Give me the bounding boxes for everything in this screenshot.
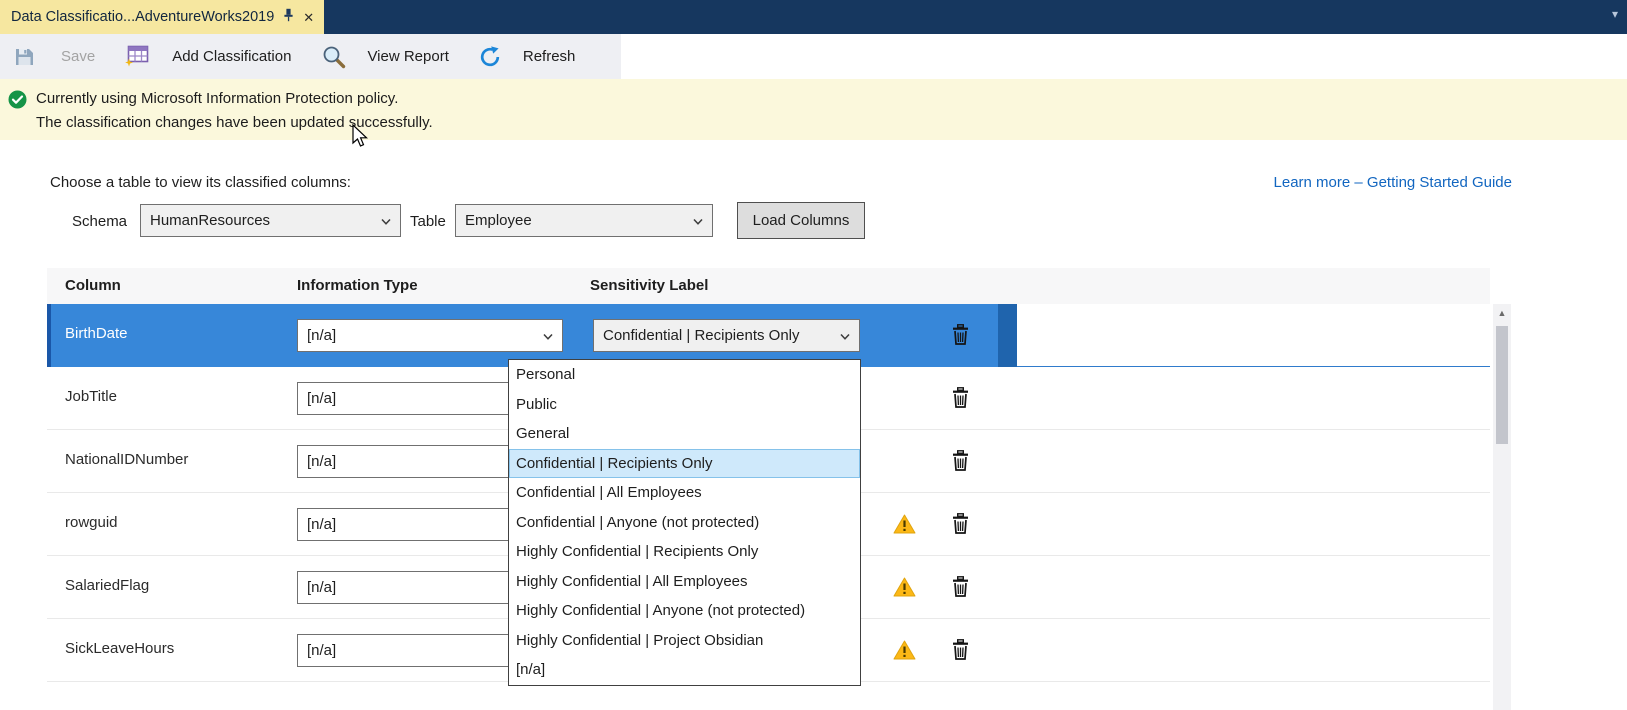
schema-label: Schema bbox=[72, 213, 127, 230]
delete-classification-button[interactable] bbox=[952, 450, 969, 475]
row-selection-endblock bbox=[998, 304, 1017, 367]
table-dropdown-value: Employee bbox=[465, 212, 532, 229]
banner-line-2: The classification changes have been upd… bbox=[36, 111, 433, 135]
save-button[interactable]: Save bbox=[0, 34, 110, 79]
chevron-down-icon bbox=[543, 327, 553, 344]
check-circle-icon bbox=[8, 90, 27, 140]
information-type-value: [n/a] bbox=[307, 327, 336, 344]
status-banner: Currently using Microsoft Information Pr… bbox=[0, 79, 1627, 140]
view-report-icon bbox=[322, 45, 346, 69]
menu-item[interactable]: Public bbox=[509, 390, 860, 420]
column-name: rowguid bbox=[65, 514, 118, 531]
delete-classification-button[interactable] bbox=[952, 639, 969, 664]
chevron-down-icon bbox=[840, 327, 850, 344]
information-type-value: [n/a] bbox=[307, 642, 336, 659]
information-type-value: [n/a] bbox=[307, 390, 336, 407]
column-name: JobTitle bbox=[65, 388, 117, 405]
table-row[interactable]: BirthDate [n/a] Confidential | Recipient… bbox=[47, 304, 1490, 367]
warning-icon bbox=[893, 577, 916, 601]
header-sensitivity-label: Sensitivity Label bbox=[590, 277, 708, 294]
toolbar: Save Add Classification View Report Refr… bbox=[0, 34, 1627, 79]
delete-classification-button[interactable] bbox=[952, 387, 969, 412]
menu-item[interactable]: Highly Confidential | Project Obsidian bbox=[509, 626, 860, 656]
header-information-type: Information Type bbox=[297, 277, 418, 294]
tab-title: Data Classificatio...AdventureWorks2019 bbox=[11, 9, 274, 25]
column-name: SalariedFlag bbox=[65, 577, 149, 594]
sensitivity-label-value: Confidential | Recipients Only bbox=[603, 327, 800, 344]
tab-strip: Data Classificatio...AdventureWorks2019 … bbox=[0, 0, 1627, 34]
information-type-value: [n/a] bbox=[307, 453, 336, 470]
view-report-button[interactable]: View Report bbox=[306, 34, 462, 79]
menu-item[interactable]: Confidential | Anyone (not protected) bbox=[509, 508, 860, 538]
refresh-button[interactable]: Refresh bbox=[463, 34, 589, 79]
vertical-scrollbar[interactable]: ▲ bbox=[1493, 304, 1511, 710]
menu-item[interactable]: Highly Confidential | Anyone (not protec… bbox=[509, 596, 860, 626]
pin-icon[interactable] bbox=[283, 8, 294, 26]
delete-classification-button[interactable] bbox=[952, 576, 969, 601]
column-name: BirthDate bbox=[65, 325, 128, 342]
view-report-label: View Report bbox=[367, 48, 448, 65]
grid-header-row: Column Information Type Sensitivity Labe… bbox=[47, 268, 1490, 304]
menu-item[interactable]: Confidential | All Employees bbox=[509, 478, 860, 508]
delete-classification-button[interactable] bbox=[952, 324, 969, 349]
information-type-dropdown[interactable]: [n/a] bbox=[297, 319, 563, 352]
warning-icon bbox=[893, 514, 916, 538]
add-classification-button[interactable]: Add Classification bbox=[110, 34, 306, 79]
menu-item[interactable]: General bbox=[509, 419, 860, 449]
table-dropdown[interactable]: Employee bbox=[455, 204, 713, 237]
menu-item[interactable]: Highly Confidential | Recipients Only bbox=[509, 537, 860, 567]
chevron-down-icon bbox=[693, 212, 703, 229]
status-banner-text: Currently using Microsoft Information Pr… bbox=[36, 87, 433, 140]
menu-item[interactable]: Highly Confidential | All Employees bbox=[509, 567, 860, 597]
sensitivity-label-dropdown[interactable]: Confidential | Recipients Only bbox=[593, 319, 860, 352]
scrollbar-thumb[interactable] bbox=[1496, 326, 1508, 444]
refresh-label: Refresh bbox=[523, 48, 576, 65]
menu-item[interactable]: Personal bbox=[509, 360, 860, 390]
close-icon[interactable]: ✕ bbox=[303, 11, 314, 24]
choose-table-prompt: Choose a table to view its classified co… bbox=[50, 174, 351, 191]
sensitivity-label-menu: Personal Public General Confidential | R… bbox=[508, 359, 861, 686]
add-classification-label: Add Classification bbox=[172, 48, 291, 65]
add-classification-icon bbox=[125, 45, 150, 68]
learn-more-link[interactable]: Learn more – Getting Started Guide bbox=[1274, 174, 1512, 191]
banner-line-1: Currently using Microsoft Information Pr… bbox=[36, 87, 433, 111]
chevron-down-icon bbox=[381, 212, 391, 229]
column-name: SickLeaveHours bbox=[65, 640, 174, 657]
refresh-icon bbox=[479, 46, 501, 68]
schema-dropdown-value: HumanResources bbox=[150, 212, 270, 229]
schema-dropdown[interactable]: HumanResources bbox=[140, 204, 401, 237]
scroll-up-icon[interactable]: ▲ bbox=[1493, 304, 1511, 322]
load-columns-button[interactable]: Load Columns bbox=[737, 202, 865, 239]
menu-item-highlighted[interactable]: Confidential | Recipients Only bbox=[509, 449, 860, 479]
warning-icon bbox=[893, 640, 916, 664]
table-label: Table bbox=[410, 213, 446, 230]
header-column: Column bbox=[65, 277, 121, 294]
delete-classification-button[interactable] bbox=[952, 513, 969, 538]
tab-list-chevron-icon[interactable]: ▾ bbox=[1612, 8, 1618, 20]
column-name: NationalIDNumber bbox=[65, 451, 188, 468]
save-label: Save bbox=[61, 48, 95, 65]
information-type-value: [n/a] bbox=[307, 516, 336, 533]
tab-data-classification[interactable]: Data Classificatio...AdventureWorks2019 … bbox=[0, 0, 324, 34]
information-type-value: [n/a] bbox=[307, 579, 336, 596]
row-selection-accent bbox=[47, 304, 51, 367]
menu-item[interactable]: [n/a] bbox=[509, 655, 860, 685]
save-icon bbox=[14, 47, 35, 67]
toolbar-group: Save Add Classification View Report Refr… bbox=[0, 34, 621, 79]
